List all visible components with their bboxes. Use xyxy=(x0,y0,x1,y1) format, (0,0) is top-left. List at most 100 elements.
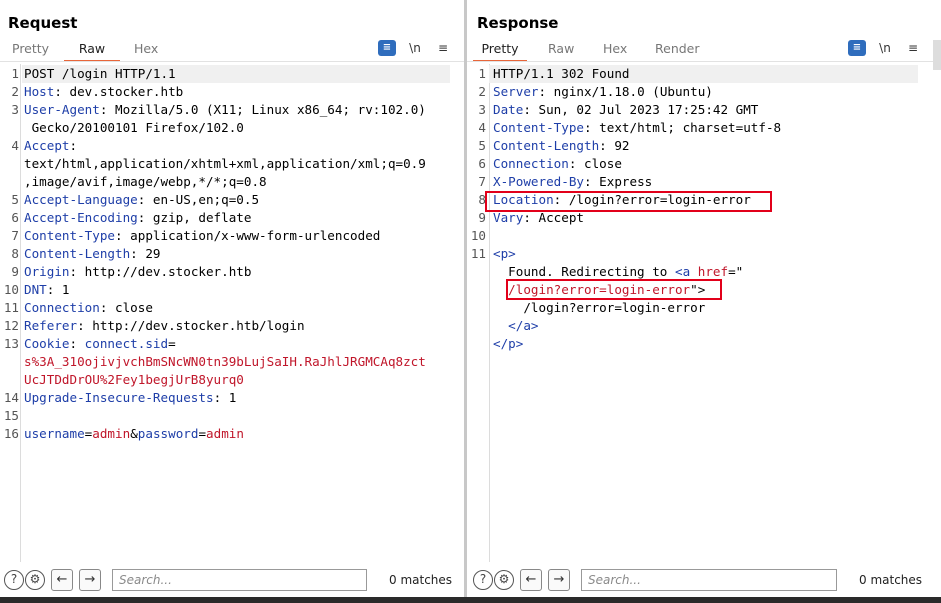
code-token: href xyxy=(697,264,729,279)
line-number: 4 xyxy=(11,138,19,153)
code-token: : xyxy=(69,138,78,153)
code-token: : http://dev.stocker.htb xyxy=(69,264,252,279)
code-token: : Express xyxy=(584,174,653,189)
code-token: : 92 xyxy=(599,138,630,153)
code-token: admin xyxy=(92,426,131,441)
response-search-bar: ? ⚙ ← → 0 matches xyxy=(467,566,941,594)
response-tab-pretty[interactable]: Pretty xyxy=(473,40,527,62)
code-line: Gecko/20100101 Firefox/102.0 xyxy=(24,119,244,137)
line-number: 6 xyxy=(478,156,486,171)
request-tab-underline xyxy=(0,61,464,62)
line-number: 8 xyxy=(11,246,19,261)
header-name: password xyxy=(137,426,199,441)
request-word-wrap-icon[interactable]: ≡ xyxy=(378,40,396,56)
header-name: Connection xyxy=(493,156,569,171)
code-line: POST /login HTTP/1.1 xyxy=(24,65,176,83)
header-name: Cookie xyxy=(24,336,70,351)
code-token: /login?error=login-error xyxy=(493,300,706,315)
settings-gear-icon[interactable]: ⚙ xyxy=(25,570,45,590)
code-line: </p> xyxy=(493,335,523,353)
response-tab-raw[interactable]: Raw xyxy=(548,40,578,62)
header-name: Connection xyxy=(24,300,100,315)
header-name: Content-Type xyxy=(493,120,584,135)
code-line: ,image/avif,image/webp,*/*;q=0.8 xyxy=(24,173,267,191)
search-next-button[interactable]: → xyxy=(548,569,570,591)
help-icon[interactable]: ? xyxy=(4,570,24,590)
status-bar xyxy=(0,597,941,603)
code-token: Gecko/20100101 Firefox/102.0 xyxy=(24,120,244,135)
code-line: </a> xyxy=(493,317,539,335)
response-newline-icon[interactable]: \n xyxy=(876,40,894,56)
response-menu-icon[interactable]: ≡ xyxy=(904,40,922,56)
code-token: : close xyxy=(99,300,153,315)
search-next-button[interactable]: → xyxy=(79,569,101,591)
code-line: Host: dev.stocker.htb xyxy=(24,83,183,101)
header-name: Accept-Encoding xyxy=(24,210,138,225)
code-token: : en-US,en;q=0.5 xyxy=(137,192,260,207)
header-name: Upgrade-Insecure-Requests xyxy=(24,390,214,405)
request-tab-pretty[interactable]: Pretty xyxy=(12,40,52,62)
code-token: & xyxy=(130,426,138,441)
header-name: User-Agent xyxy=(24,102,100,117)
html-tag: <a xyxy=(674,264,698,279)
code-line: <p> xyxy=(493,245,516,263)
line-number: 10 xyxy=(3,282,19,297)
code-token: Found. Redirecting to xyxy=(493,264,675,279)
request-tab-hex[interactable]: Hex xyxy=(134,40,164,62)
code-token: = xyxy=(198,426,207,441)
line-number: 12 xyxy=(3,318,19,333)
code-line: Accept-Language: en-US,en;q=0.5 xyxy=(24,191,259,209)
request-editor[interactable]: 1 POST /login HTTP/1.1 2 Host: dev.stocker.… xyxy=(0,64,464,562)
code-line: UcJTDdDrOU%2Fey1begjUrB8yurq0 xyxy=(24,371,244,389)
request-search-input[interactable] xyxy=(112,569,367,591)
line-number: 16 xyxy=(3,426,19,441)
header-name: connect.sid xyxy=(84,336,169,351)
search-previous-button[interactable]: ← xyxy=(520,569,542,591)
header-name: Accept-Language xyxy=(24,192,138,207)
line-number: 3 xyxy=(11,102,19,117)
header-name: username xyxy=(24,426,85,441)
response-tab-underline xyxy=(467,61,941,62)
code-token: : Mozilla/5.0 (X11; Linux x86_64; rv:102… xyxy=(99,102,426,117)
request-newline-icon[interactable]: \n xyxy=(406,40,424,56)
response-scrollbar[interactable] xyxy=(933,40,941,70)
line-number: 6 xyxy=(11,210,19,225)
header-name: Content-Length xyxy=(493,138,600,153)
code-token: : 1 xyxy=(213,390,237,405)
header-name: Date xyxy=(493,102,524,117)
code-line: Content-Type: text/html; charset=utf-8 xyxy=(493,119,781,137)
response-editor[interactable]: 1 HTTP/1.1 302 Found 2 Server: nginx/1.18.0… xyxy=(467,64,941,562)
code-line: Origin: http://dev.stocker.htb xyxy=(24,263,251,281)
code-token: : dev.stocker.htb xyxy=(54,84,184,99)
code-token: : Sun, 02 Jul 2023 17:25:42 GMT xyxy=(523,102,759,117)
code-token: text/html,application/xhtml+xml,applicat… xyxy=(24,156,426,171)
line-number: 5 xyxy=(478,138,486,153)
code-line: username=admin&password=admin xyxy=(24,425,244,443)
code-token: UcJTDdDrOU%2Fey1begjUrB8yurq0 xyxy=(24,372,244,387)
header-name: Referer xyxy=(24,318,78,333)
response-tab-hex[interactable]: Hex xyxy=(603,40,633,62)
line-number: 11 xyxy=(470,246,486,261)
code-token: : xyxy=(69,336,85,351)
line-number: 4 xyxy=(478,120,486,135)
response-word-wrap-icon[interactable]: ≡ xyxy=(848,40,866,56)
header-name: X-Powered-By xyxy=(493,174,584,189)
code-token: HTTP/1.1 302 Found xyxy=(493,66,630,81)
html-tag: </a> xyxy=(493,318,539,333)
line-number: 8 xyxy=(478,192,486,207)
settings-gear-icon[interactable]: ⚙ xyxy=(494,570,514,590)
response-search-input[interactable] xyxy=(581,569,837,591)
request-menu-icon[interactable]: ≡ xyxy=(434,40,452,56)
code-line: Cookie: connect.sid= xyxy=(24,335,176,353)
response-tab-render[interactable]: Render xyxy=(655,40,705,62)
header-name: Host xyxy=(24,84,55,99)
header-name: Origin xyxy=(24,264,70,279)
search-previous-button[interactable]: ← xyxy=(51,569,73,591)
code-token: : 29 xyxy=(130,246,161,261)
request-tab-raw[interactable]: Raw xyxy=(64,40,120,62)
response-title: Response xyxy=(477,14,559,32)
location-highlight-box xyxy=(485,191,772,212)
help-icon[interactable]: ? xyxy=(473,570,493,590)
code-line: X-Powered-By: Express xyxy=(493,173,652,191)
line-number: 10 xyxy=(470,228,486,243)
